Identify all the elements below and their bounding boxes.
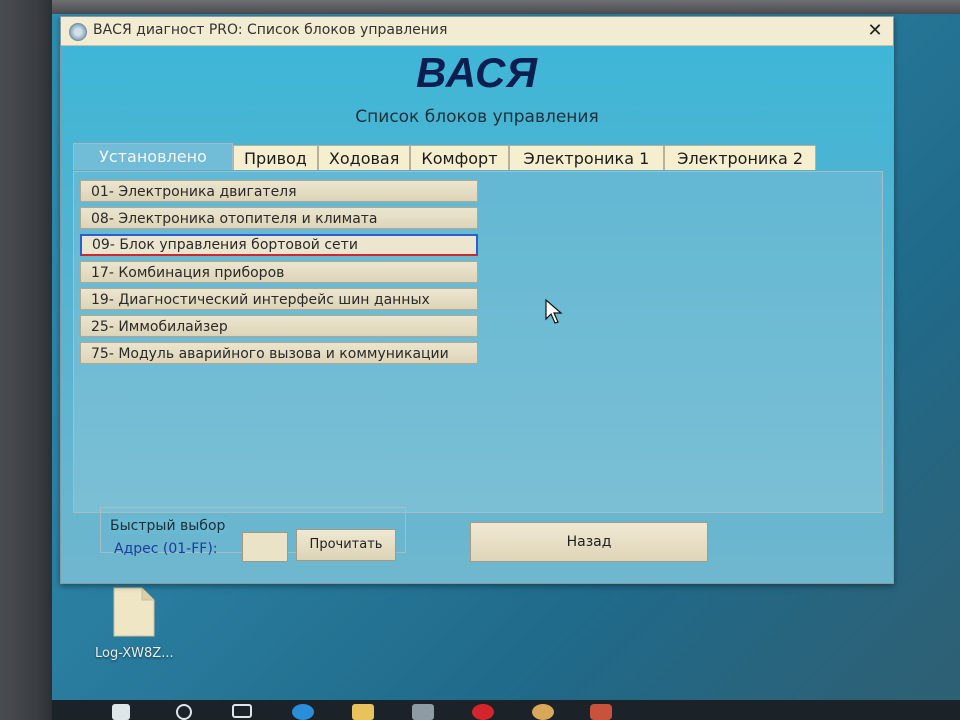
tab-chassis[interactable]: Ходовая [317, 145, 411, 170]
windows-start-icon[interactable] [112, 704, 130, 720]
tab-comfort[interactable]: Комфорт [410, 145, 509, 170]
monitor-bezel-left [0, 0, 52, 720]
shield-icon [69, 23, 87, 41]
tab-drive[interactable]: Привод [233, 145, 318, 170]
paint-icon[interactable] [532, 704, 554, 720]
address-input[interactable] [242, 532, 288, 562]
tab-bar: Установлено Привод Ходовая Комфорт Элект… [73, 143, 817, 171]
read-button[interactable]: Прочитать [296, 529, 396, 561]
list-item[interactable]: 25- Иммобилайзер [80, 315, 478, 337]
tab-electronics-2[interactable]: Электроника 2 [664, 145, 817, 170]
app-name: ВАСЯ [416, 49, 538, 96]
tab-installed[interactable]: Установлено [73, 143, 233, 170]
mouse-cursor-icon [545, 299, 563, 324]
address-label: Адрес (01-FF): [114, 541, 218, 557]
task-view-icon[interactable] [232, 704, 252, 718]
search-icon[interactable] [176, 704, 192, 720]
list-item-selected[interactable]: 09- Блок управления бортовой сети [80, 234, 478, 256]
list-item[interactable]: 17- Комбинация приборов [80, 261, 478, 283]
opera-icon[interactable] [472, 704, 494, 720]
back-button[interactable]: Назад [470, 522, 708, 562]
tab-electronics-1[interactable]: Электроника 1 [508, 145, 665, 170]
list-item[interactable]: 19- Диагностический интерфейс шин данных [80, 288, 478, 310]
file-icon[interactable] [112, 586, 156, 638]
close-button[interactable]: ✕ [863, 19, 887, 43]
vasya-app-icon[interactable] [590, 704, 612, 720]
app-window: ВАСЯ диагност PRO: Список блоков управле… [60, 16, 894, 584]
file-label[interactable]: Log-XW8Z... [95, 646, 174, 661]
list-item[interactable]: 75- Модуль аварийного вызова и коммуника… [80, 342, 478, 364]
module-list: 01- Электроника двигателя 08- Электроник… [80, 180, 480, 369]
store-icon[interactable] [412, 704, 434, 720]
quick-select-legend: Быстрый выбор [108, 518, 228, 534]
list-item[interactable]: 01- Электроника двигателя [80, 180, 478, 202]
tab-panel: 01- Электроника двигателя 08- Электроник… [73, 171, 883, 513]
list-item[interactable]: 08- Электроника отопителя и климата [80, 207, 478, 229]
folder-icon[interactable] [352, 704, 374, 720]
page-subtitle: Список блоков управления [355, 107, 599, 127]
monitor-bezel-top [0, 0, 960, 14]
edge-icon[interactable] [292, 704, 314, 720]
title-bar[interactable]: ВАСЯ диагност PRO: Список блоков управле… [61, 17, 893, 46]
window-title: ВАСЯ диагност PRO: Список блоков управле… [93, 22, 448, 38]
